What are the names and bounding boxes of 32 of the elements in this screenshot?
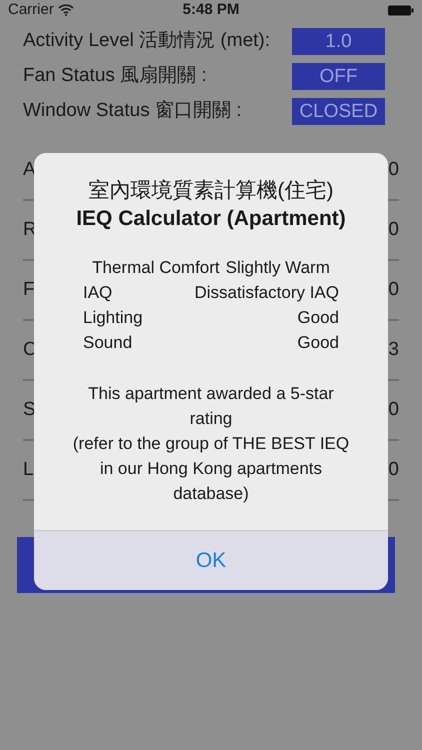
row-label: F (23, 278, 35, 302)
result-label: IAQ (83, 282, 112, 304)
result-value: Slightly Warm (226, 257, 330, 279)
result-value: Good (297, 307, 339, 329)
result-label: Thermal Comfort (92, 257, 220, 279)
ok-button[interactable]: OK (34, 530, 388, 590)
setting-value-button[interactable]: 1.0 (292, 28, 385, 55)
setting-label: Activity Level 活動情況 (met): (23, 29, 270, 54)
setting-label: Fan Status 風扇開關 : (23, 64, 207, 88)
carrier-label: Carrier (8, 0, 54, 20)
result-value: Dissatisfactory IAQ (194, 282, 339, 304)
result-value: Good (297, 332, 339, 354)
row-value: 0 (388, 398, 399, 422)
dialog-title: 室內環境質素計算機(住宅) (88, 178, 334, 204)
row-label: L (23, 458, 34, 482)
dialog-message: (refer to the group of THE BEST IEQ in our Hong Kong apartments database) (72, 433, 350, 505)
dialog-subtitle: IEQ Calculator (Apartment) (76, 206, 346, 232)
row-value: 0 (388, 458, 399, 482)
battery-icon (388, 4, 414, 16)
row-value: 0 (388, 158, 399, 182)
dialog-message: This apartment awarded a 5-star rating (87, 383, 335, 430)
setting-value-button[interactable]: OFF (292, 63, 385, 90)
wifi-icon (58, 4, 74, 16)
setting-label: Window Status 窗口開關 : (23, 99, 242, 124)
row-value: 0 (388, 218, 399, 242)
row-value: 3 (388, 338, 399, 362)
time-label: 5:48 PM (182, 0, 240, 20)
row-value: 0 (388, 278, 399, 302)
row-label: S (23, 398, 36, 422)
result-label: Sound (83, 332, 132, 354)
setting-value-button[interactable]: CLOSED (292, 98, 385, 125)
result-label: Lighting (83, 307, 143, 329)
